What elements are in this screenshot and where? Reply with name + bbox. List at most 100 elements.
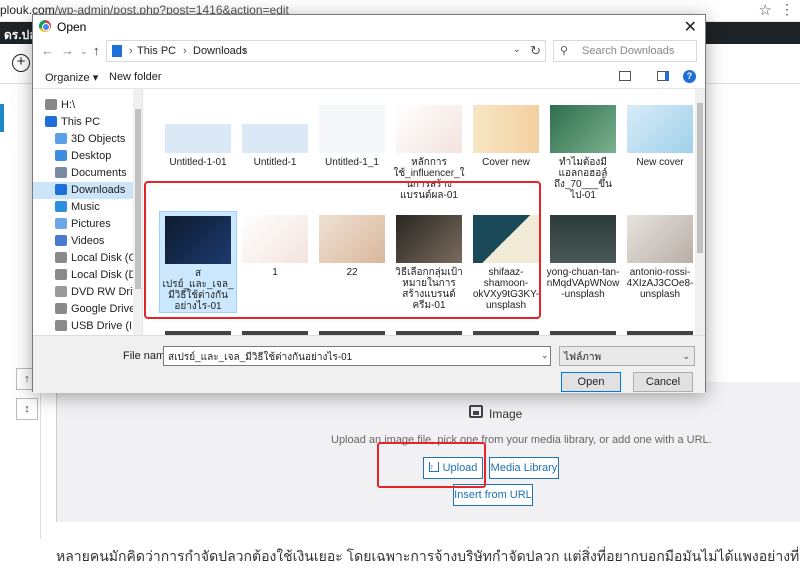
- refresh-icon[interactable]: ↻: [530, 43, 541, 59]
- media-library-button[interactable]: Media Library: [489, 457, 559, 479]
- file-name: New cover: [636, 157, 684, 168]
- file-item[interactable]: antonio-rossi-4XIzAJ3COe8-unsplash: [621, 211, 695, 300]
- cancel-button[interactable]: Cancel: [633, 372, 693, 392]
- videos-icon: [55, 235, 67, 246]
- nav-item-label: 3D Objects: [71, 133, 126, 145]
- dialog-toolbar: Organize ▾ New folder ?: [33, 65, 705, 89]
- file-scrollbar-thumb[interactable]: [697, 103, 703, 253]
- nav-item[interactable]: Desktop: [33, 148, 133, 165]
- file-type-value: ไฟล์ภาพ: [564, 352, 602, 363]
- file-item[interactable]: ทำไมต้องมีแอลกอฮอล์ถึง_70___ขึ้นไป-01: [544, 101, 622, 201]
- file-name: ทำไมต้องมีแอลกอฮอล์ถึง_70___ขึ้นไป-01: [554, 157, 612, 201]
- breadcrumb-this-pc[interactable]: This PC: [137, 45, 176, 57]
- file-name-dropdown-icon[interactable]: ⌄: [541, 350, 549, 361]
- file-thumbnail: [165, 105, 231, 153]
- chevron-down-icon: ⌄: [682, 351, 690, 361]
- file-scrollbar[interactable]: [695, 89, 705, 335]
- close-icon[interactable]: ✕: [684, 17, 697, 37]
- file-type-select[interactable]: ไฟล์ภาพ ⌄: [559, 346, 695, 366]
- file-name: yong-chuan-tan-nMqdVApWNow-unsplash: [546, 267, 620, 300]
- preview-pane-icon[interactable]: [657, 71, 669, 81]
- change-view-icon[interactable]: [619, 71, 631, 81]
- nav-item[interactable]: Downloads: [33, 182, 133, 199]
- organize-button[interactable]: Organize ▾: [45, 71, 98, 84]
- pc-icon: [45, 116, 57, 127]
- nav-item[interactable]: This PC: [33, 114, 133, 131]
- nav-scrollbar[interactable]: [133, 89, 142, 335]
- file-thumbnail: [550, 105, 616, 153]
- drive-icon: [55, 303, 67, 314]
- nav-item[interactable]: Pictures: [33, 216, 133, 233]
- file-item[interactable]: Cover new: [467, 101, 545, 168]
- file-thumbnail: [627, 215, 693, 263]
- file-thumbnail: [473, 105, 539, 153]
- download-icon: [55, 184, 67, 195]
- nav-item[interactable]: Local Disk (C:): [33, 250, 142, 267]
- dialog-nav-row: ← → ⌄ ↑ › This PC › Downloads › ⌄ ↻ ⚲ Se…: [33, 37, 705, 65]
- cube-icon: [55, 133, 67, 144]
- file-thumbnail: [319, 105, 385, 153]
- selection-highlight-box: [144, 181, 541, 319]
- address-path-box[interactable]: › This PC › Downloads › ⌄ ↻: [106, 40, 546, 62]
- nav-item[interactable]: Music: [33, 199, 133, 216]
- nav-item-label: USB Drive (I:): [71, 320, 139, 332]
- add-block-plus-icon[interactable]: +: [12, 54, 30, 72]
- up-arrow-icon[interactable]: ↑: [93, 43, 100, 58]
- menu-dots-icon[interactable]: ⋮: [780, 1, 794, 18]
- music-icon: [55, 201, 67, 212]
- nav-item-label: Documents: [71, 167, 127, 179]
- breadcrumb-downloads[interactable]: Downloads: [193, 45, 247, 57]
- file-item[interactable]: Untitled-1_1: [313, 101, 391, 168]
- nav-item-label: Music: [71, 201, 100, 213]
- downloads-folder-icon: [112, 45, 122, 57]
- nav-item[interactable]: USB Drive (I:): [33, 318, 139, 335]
- file-thumbnail: [627, 105, 693, 153]
- file-item[interactable]: yong-chuan-tan-nMqdVApWNow-unsplash: [544, 211, 622, 300]
- help-icon[interactable]: ?: [683, 70, 696, 83]
- bookmark-star-icon[interactable]: ☆: [759, 1, 772, 19]
- upload-highlight-box: [377, 442, 486, 488]
- back-arrow-icon[interactable]: ←: [41, 43, 54, 58]
- post-body-text[interactable]: หลายคนมักคิดว่าการกำจัดปลวกต้องใช้เงินเย…: [56, 546, 800, 568]
- search-placeholder: Search Downloads: [582, 45, 675, 57]
- usb-icon: [55, 320, 67, 331]
- nav-item[interactable]: Videos: [33, 233, 133, 250]
- nav-item[interactable]: Google Drive File: [33, 301, 142, 318]
- nav-item[interactable]: H:\: [33, 97, 133, 114]
- documents-icon: [55, 167, 67, 178]
- nav-item[interactable]: Local Disk (D:): [33, 267, 142, 284]
- pictures-icon: [55, 218, 67, 229]
- admin-menu-accent: [0, 104, 4, 132]
- nav-item-label: Videos: [71, 235, 105, 247]
- file-item[interactable]: Untitled-1: [236, 101, 314, 168]
- file-name: Untitled-1_1: [325, 157, 379, 168]
- file-name: Untitled-1-01: [169, 157, 227, 168]
- disk-icon: [55, 252, 67, 263]
- open-button[interactable]: Open: [561, 372, 621, 392]
- chrome-icon: [39, 20, 51, 32]
- file-item[interactable]: Untitled-1-01: [159, 101, 237, 168]
- desktop-icon: [55, 150, 67, 161]
- new-folder-button[interactable]: New folder: [109, 71, 162, 83]
- dialog-titlebar[interactable]: Open ✕: [33, 15, 705, 37]
- drive-icon: [45, 99, 57, 110]
- image-icon: [469, 405, 483, 418]
- search-input[interactable]: ⚲ Search Downloads: [553, 40, 697, 62]
- forward-arrow-icon[interactable]: →: [61, 43, 74, 58]
- nav-item-label: This PC: [61, 116, 101, 128]
- drag-handle-button[interactable]: ↕: [16, 398, 38, 420]
- dialog-bottom-bar: File name: สเปรย์_และ_เจล_มีวิธีใช้ต่างก…: [33, 335, 705, 393]
- nav-item[interactable]: 3D Objects: [33, 131, 133, 148]
- nav-item[interactable]: DVD RW Drive (E: [33, 284, 142, 301]
- nav-item[interactable]: Documents: [33, 165, 133, 182]
- file-thumbnail: [242, 105, 308, 153]
- path-dropdown-icon[interactable]: ⌄: [513, 44, 521, 55]
- nav-item-label: Pictures: [71, 218, 111, 230]
- recent-chevron-icon[interactable]: ⌄: [80, 46, 88, 57]
- disk-icon: [55, 269, 67, 280]
- file-name: antonio-rossi-4XIzAJ3COe8-unsplash: [626, 267, 694, 300]
- file-item[interactable]: New cover: [621, 101, 695, 168]
- navigation-pane: H:\ This PC 3D Objects Desktop Documents Down…: [33, 89, 143, 335]
- file-name-input[interactable]: สเปรย์_และ_เจล_มีวิธีใช้ต่างกันอย่างไร-0…: [163, 346, 551, 366]
- nav-scrollbar-thumb[interactable]: [135, 109, 141, 289]
